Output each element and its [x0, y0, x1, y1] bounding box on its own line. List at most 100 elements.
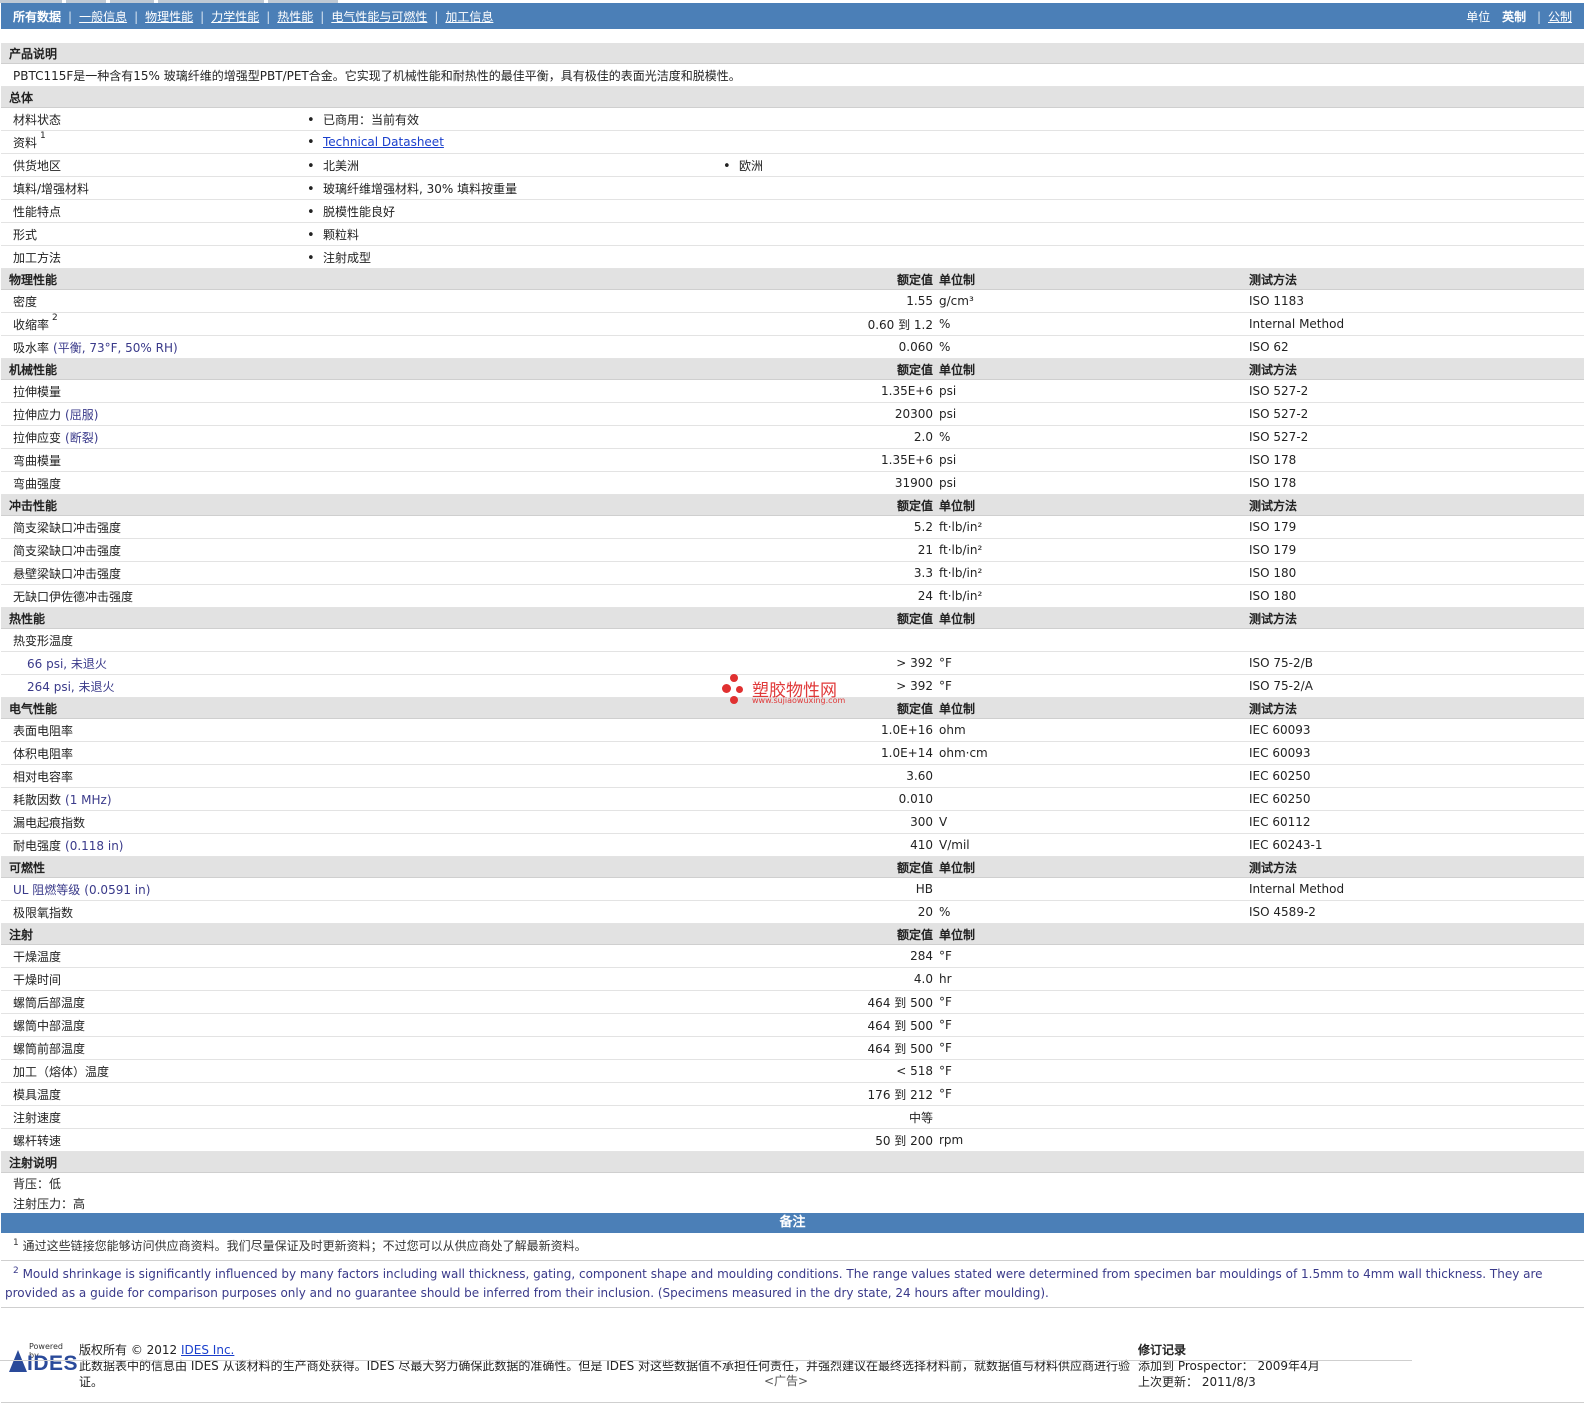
units-imperial[interactable]: 英制 [1502, 10, 1526, 24]
section-title: 总体 [1, 86, 1584, 108]
section-header: 机械性能 额定值 单位制 测试方法 [1, 358, 1584, 380]
nav-link-1[interactable]: 一般信息 [79, 10, 127, 24]
unit-switcher: 单位 英制 | 公制 [1466, 9, 1572, 24]
empty-cell [939, 245, 1584, 269]
property-label: 收缩率 2 [1, 312, 723, 336]
property-label-text: 加工（熔体）温度 [13, 1064, 110, 1079]
units-metric-link[interactable]: 公制 [1548, 10, 1572, 24]
property-label-text: 热变形温度 [13, 633, 74, 648]
property-label: 弯曲强度 [1, 471, 723, 495]
unit-column-header: 单位制 [939, 923, 1249, 945]
property-label-text: 弯曲模量 [13, 453, 62, 468]
property-unit: °F [939, 674, 1249, 698]
datasheet-link[interactable]: Technical Datasheet [323, 135, 444, 149]
test-method [1249, 944, 1584, 968]
disclaimer-text: 此数据表中的信息由 IDES 从该材料的生产商处获得。IDES 尽最大努力确保此… [79, 1359, 1131, 1389]
table-row: 注射速度 中等 [1, 1105, 1584, 1129]
property-label-text: 模具温度 [13, 1087, 62, 1102]
property-value: 176 到 212 [723, 1082, 939, 1106]
test-method: ISO 180 [1249, 561, 1584, 585]
bullet-cell: 脱模性能良好 [307, 199, 723, 223]
section-title: 可燃性 [1, 856, 307, 878]
test-method: IEC 60093 [1249, 718, 1584, 742]
nav-link-6[interactable]: 加工信息 [445, 10, 493, 24]
bullet-cell [723, 222, 939, 246]
property-label: 悬壁梁缺口冲击强度 [1, 561, 723, 585]
property-unit: °F [939, 651, 1249, 675]
nav-link-0[interactable]: 所有数据 [13, 10, 61, 24]
property-value: 0.60 到 1.2 [723, 312, 939, 336]
property-label-text: 漏电起痕指数 [13, 815, 86, 830]
property-label: 漏电起痕指数 [1, 810, 723, 834]
property-label-text: 体积电阻率 [13, 746, 74, 761]
bullet-value: 颗粒料 [323, 227, 360, 242]
property-label: 热变形温度 [1, 628, 723, 652]
nav-separator: | [320, 9, 325, 24]
property-label: 耐电强度 (0.118 in) [1, 833, 723, 857]
property-label-text: 螺筒中部温度 [13, 1018, 86, 1033]
table-row: 收缩率 2 0.60 到 1.2% Internal Method [1, 312, 1584, 336]
table-row: UL 阻燃等级 (0.0591 in) HB Internal Method [1, 877, 1584, 901]
empty-cell [307, 923, 723, 945]
property-label: 极限氧指数 [1, 900, 723, 924]
footer: Powered by IDES 版权所有 © 2012 IDES Inc. 此数… [1, 1328, 1584, 1403]
property-label: 无缺口伊佐德冲击强度 [1, 584, 723, 608]
table-row: 体积电阻率 1.0E+14 ohm·cm IEC 60093 [1, 741, 1584, 765]
property-unit: ft·lb/in² [939, 584, 1249, 608]
test-method: ISO 62 [1249, 335, 1584, 359]
note-2-text: Mould shrinkage is significantly influen… [5, 1267, 1543, 1300]
bullet-cell [723, 245, 939, 269]
property-label-text: 拉伸应力 [13, 407, 62, 422]
property-label: 注射速度 [1, 1105, 723, 1129]
property-label: 螺杆转速 [1, 1128, 723, 1152]
property-value: < 518 [723, 1059, 939, 1083]
test-condition: (断裂) [65, 430, 99, 445]
property-value: 24 [723, 584, 939, 608]
property-label-text: 极限氧指数 [13, 905, 74, 920]
nav-link-5[interactable]: 电气性能与可燃性 [331, 10, 427, 24]
property-unit [939, 628, 1249, 652]
ides-company-link[interactable]: IDES Inc. [181, 1343, 234, 1357]
bullet-value: 欧洲 [739, 158, 764, 173]
property-label: 拉伸应力 (屈服) [1, 402, 723, 426]
method-column-header: 测试方法 [1249, 358, 1584, 380]
nav-link-4[interactable]: 热性能 [277, 10, 313, 24]
bullet-icon [307, 205, 323, 219]
property-label: 拉伸模量 [1, 379, 723, 403]
property-value: 410 [723, 833, 939, 857]
unit-column-header: 单位制 [939, 358, 1249, 380]
description-text: PBTC115F是一种含有15% 玻璃纤维的增强型PBT/PET合金。它实现了机… [1, 63, 1584, 87]
property-unit: hr [939, 967, 1249, 991]
property-unit: °F [939, 990, 1249, 1014]
section-title: 机械性能 [1, 358, 307, 380]
property-label: 66 psi, 未退火 [1, 651, 723, 675]
section-title: 物理性能 [1, 268, 307, 290]
property-label: 干燥温度 [1, 944, 723, 968]
bullet-icon [307, 251, 323, 265]
property-value: 3.3 [723, 561, 939, 585]
property-unit: % [939, 312, 1249, 336]
description-row: PBTC115F是一种含有15% 玻璃纤维的增强型PBT/PET合金。它实现了机… [1, 63, 1584, 87]
test-condition: (平衡, 73°F, 50% RH) [53, 340, 178, 355]
value-column-header: 额定值 [723, 923, 939, 945]
table-row: 材料状态 已商用：当前有效 [1, 107, 1584, 131]
empty-cell [307, 358, 723, 380]
table-row: 表面电阻率 1.0E+16 ohm IEC 60093 [1, 718, 1584, 742]
nav-link-2[interactable]: 物理性能 [145, 10, 193, 24]
test-method: ISO 527-2 [1249, 402, 1584, 426]
nav-link-3[interactable]: 力学性能 [211, 10, 259, 24]
section-title: 注射说明 [1, 1151, 1584, 1173]
test-method: ISO 527-2 [1249, 425, 1584, 449]
table-row: 加工（熔体）温度 < 518 °F [1, 1059, 1584, 1083]
ides-logo-mark-icon [9, 1350, 27, 1372]
test-condition: (1 MHz) [65, 792, 112, 807]
bullet-cell: 欧洲 [723, 153, 939, 177]
property-value: 1.35E+6 [723, 379, 939, 403]
value-column-header: 额定值 [723, 494, 939, 516]
revision-title: 修订记录 [1138, 1343, 1187, 1357]
method-column-header: 测试方法 [1249, 856, 1584, 878]
watermark-dot-icon [722, 684, 731, 693]
watermark-dot-icon [730, 696, 738, 704]
property-label-text: 干燥时间 [13, 972, 62, 987]
test-condition: (0.118 in) [65, 838, 124, 853]
